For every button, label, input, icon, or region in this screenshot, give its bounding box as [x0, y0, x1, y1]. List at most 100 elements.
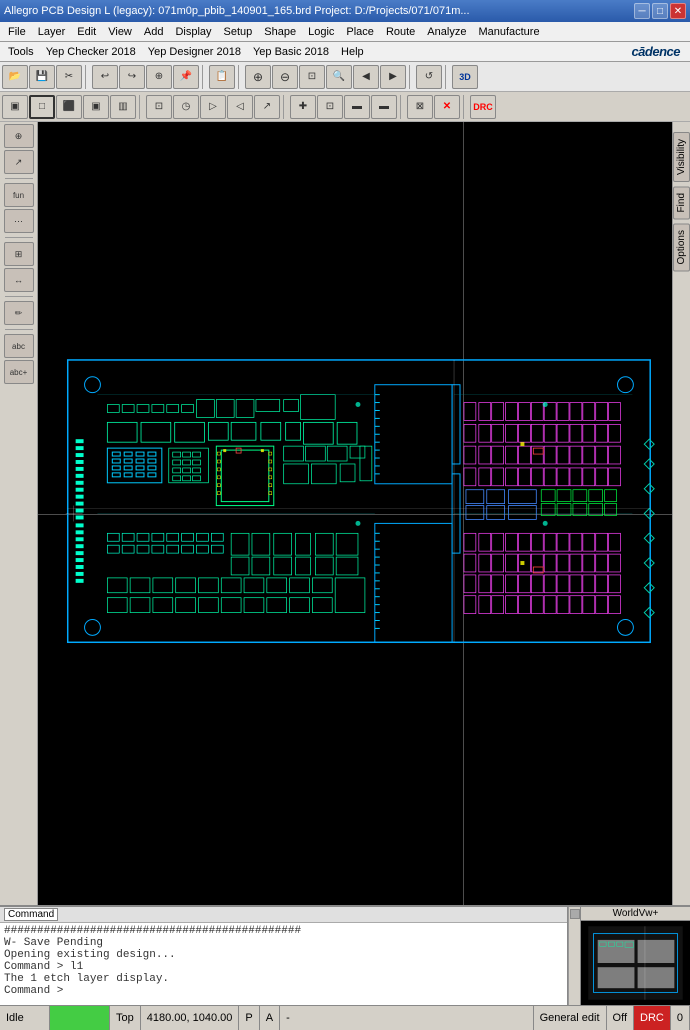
cmd-line-4: Command > l1 [4, 961, 563, 973]
menu-analyze[interactable]: Analyze [421, 24, 472, 40]
lt-abc-plus[interactable]: abc+ [4, 360, 34, 384]
lt-arrow[interactable]: ↗ [4, 150, 34, 174]
tb-pin[interactable]: 📌 [173, 65, 199, 89]
status-idle: Idle [0, 1006, 50, 1030]
maximize-button[interactable]: □ [652, 3, 668, 19]
tb-zoom-prev[interactable]: ◀ [353, 65, 379, 89]
sep-4 [409, 65, 413, 89]
tb2-2[interactable]: □ [29, 95, 55, 119]
tb-add[interactable]: ⊕ [146, 65, 172, 89]
tb2-9[interactable]: ◁ [227, 95, 253, 119]
status-number: 0 [671, 1006, 690, 1030]
menu-route[interactable]: Route [380, 24, 421, 40]
menu-edit[interactable]: Edit [71, 24, 102, 40]
menu-yep-checker[interactable]: Yep Checker 2018 [40, 44, 142, 60]
menu-display[interactable]: Display [169, 24, 217, 40]
tb-zoom-select[interactable]: 🔍 [326, 65, 352, 89]
tb-redo[interactable]: ↪ [119, 65, 145, 89]
menu-view[interactable]: View [102, 24, 138, 40]
menu-manufacture[interactable]: Manufacture [472, 24, 545, 40]
sep-5 [445, 65, 449, 89]
status-layer: Top [110, 1006, 141, 1030]
menu-logic[interactable]: Logic [302, 24, 340, 40]
canvas-area[interactable] [38, 122, 672, 905]
tb2-6[interactable]: ⊡ [146, 95, 172, 119]
tb2-11[interactable]: ✚ [290, 95, 316, 119]
lt-fun[interactable]: fun [4, 183, 34, 207]
lt-sep-1 [5, 178, 33, 179]
lt-select[interactable]: ⊕ [4, 124, 34, 148]
lt-resize[interactable]: ↔ [4, 268, 34, 292]
tb2-4[interactable]: ▣ [83, 95, 109, 119]
sep-t2-2 [283, 95, 287, 119]
tab-find[interactable]: Find [673, 186, 690, 219]
tb-paste[interactable]: 📋 [209, 65, 235, 89]
command-window: Command ################################… [0, 907, 568, 1005]
tb-zoom-out[interactable]: ⊖ [272, 65, 298, 89]
lt-dots[interactable]: ⋯ [4, 209, 34, 233]
window-controls: ─ □ ✕ [634, 3, 686, 19]
menu-tools[interactable]: Tools [2, 44, 40, 60]
menu-shape[interactable]: Shape [258, 24, 302, 40]
lt-abc[interactable]: abc [4, 334, 34, 358]
tab-options[interactable]: Options [673, 223, 690, 271]
sep-t2-4 [463, 95, 467, 119]
menu-file[interactable]: File [2, 24, 32, 40]
tb-undo[interactable]: ↩ [92, 65, 118, 89]
cmd-line-1: ########################################… [4, 925, 563, 937]
tb2-5[interactable]: ▥ [110, 95, 136, 119]
tb-3d[interactable]: 3D [452, 65, 478, 89]
tb-zoom-fit[interactable]: ⊡ [299, 65, 325, 89]
tb-zoom-next[interactable]: ▶ [380, 65, 406, 89]
menu-bar-1: File Layer Edit View Add Display Setup S… [0, 22, 690, 42]
sep-2 [202, 65, 206, 89]
command-scrollbar[interactable] [568, 907, 580, 1005]
cmd-tab-command[interactable]: Command [4, 908, 58, 921]
tb2-10[interactable]: ↗ [254, 95, 280, 119]
tb2-drc[interactable]: DRC [470, 95, 496, 119]
tb2-12[interactable]: ⊡ [317, 95, 343, 119]
menu-yep-basic[interactable]: Yep Basic 2018 [247, 44, 335, 60]
tb-zoom-in[interactable]: ⊕ [245, 65, 271, 89]
sep-1 [85, 65, 89, 89]
tab-visibility[interactable]: Visibility [673, 132, 690, 182]
menu-add[interactable]: Add [138, 24, 170, 40]
tb2-13[interactable]: ▬ [344, 95, 370, 119]
tb2-1[interactable]: ▣ [2, 95, 28, 119]
status-drc: DRC [634, 1006, 671, 1030]
menu-bar-2: Tools Yep Checker 2018 Yep Designer 2018… [0, 42, 690, 62]
lt-sep-4 [5, 329, 33, 330]
tb2-15[interactable]: ⊠ [407, 95, 433, 119]
status-bar: Idle Top 4180.00, 1040.00 P A - General … [0, 1005, 690, 1030]
sep-t2-1 [139, 95, 143, 119]
minimize-button[interactable]: ─ [634, 3, 650, 19]
menu-yep-designer[interactable]: Yep Designer 2018 [142, 44, 247, 60]
menu-place[interactable]: Place [340, 24, 380, 40]
tb2-3[interactable]: ⬛ [56, 95, 82, 119]
cmd-line-5: The 1 etch layer display. [4, 973, 563, 985]
menu-setup[interactable]: Setup [218, 24, 259, 40]
lt-pen[interactable]: ✏ [4, 301, 34, 325]
window-title: Allegro PCB Design L (legacy): 071m0p_pb… [4, 5, 634, 17]
menu-layer[interactable]: Layer [32, 24, 72, 40]
lt-grid[interactable]: ⊞ [4, 242, 34, 266]
lt-sep-3 [5, 296, 33, 297]
main-area: ⊕ ↗ fun ⋯ ⊞ ↔ ✏ abc abc+ [0, 122, 690, 905]
menu-help[interactable]: Help [335, 44, 370, 60]
tb2-14[interactable]: ▬ [371, 95, 397, 119]
world-view-canvas[interactable] [581, 921, 690, 1005]
tb2-7[interactable]: ◷ [173, 95, 199, 119]
tb2-8[interactable]: ▷ [200, 95, 226, 119]
cmd-line-6: Command > [4, 985, 563, 997]
tb-save[interactable]: 💾 [29, 65, 55, 89]
tb-cut[interactable]: ✂ [56, 65, 82, 89]
status-color-indicator [50, 1006, 110, 1030]
tb2-16[interactable]: ✕ [434, 95, 460, 119]
tb-refresh[interactable]: ↺ [416, 65, 442, 89]
cmd-line-2: W- Save Pending [4, 937, 563, 949]
tb-open[interactable]: 📂 [2, 65, 28, 89]
world-view-label: WorldVw+ [581, 907, 690, 921]
close-button[interactable]: ✕ [670, 3, 686, 19]
status-coordinates: 4180.00, 1040.00 [141, 1006, 240, 1030]
right-panel-tabs: Visibility Find Options [672, 122, 690, 905]
